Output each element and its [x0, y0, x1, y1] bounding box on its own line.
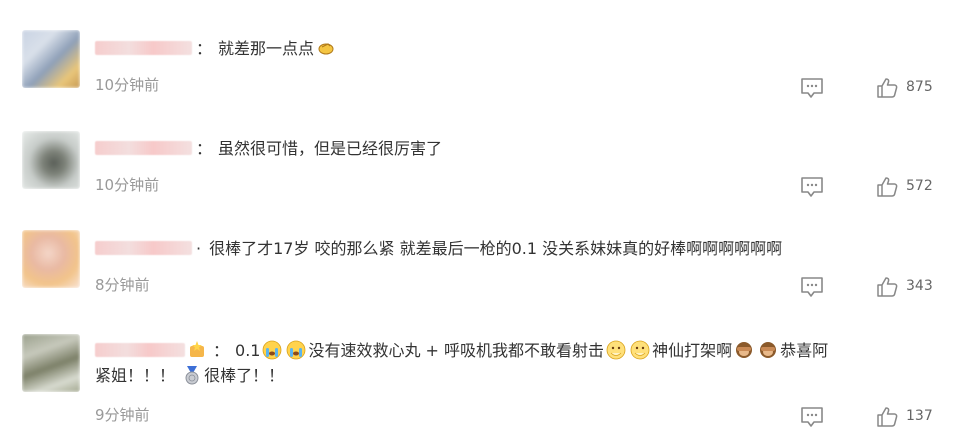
comment-text-line: ： 0.1 没有速效救心丸 + 呼吸机我都不敢看射击 神仙打架啊 恭喜阿紧姐！！！ 很棒…	[95, 338, 940, 388]
pinching-hand-emoji	[318, 43, 334, 55]
like-button[interactable]: 137	[876, 406, 940, 428]
like-button[interactable]: 343	[876, 276, 940, 298]
timestamp: 8分钟前	[95, 276, 150, 294]
comment-text: 没有速效救心丸 + 呼吸机我都不敢看射击	[308, 341, 605, 360]
comment-text-line: ： 就差那一点点	[95, 38, 940, 59]
thumbs-up-icon	[877, 78, 898, 98]
avatar[interactable]	[22, 334, 80, 392]
sparkle-badge-emoji	[190, 341, 204, 357]
separator: ·	[196, 239, 202, 258]
comment-text: 恭喜阿	[780, 341, 829, 360]
comment-text: 神仙打架啊	[652, 341, 733, 360]
thumbs-up-icon	[877, 277, 898, 297]
username[interactable]	[95, 343, 185, 357]
thumbs-up-icon	[877, 177, 898, 197]
comment-text-line: ： 虽然很可惜，但是已经很厉害了	[95, 139, 940, 159]
like-button[interactable]: 875	[876, 77, 940, 99]
comment-text: 虽然很可惜，但是已经很厉害了	[218, 139, 443, 158]
username[interactable]	[95, 141, 192, 155]
crying-emoji	[263, 340, 282, 360]
comment-text: 紧姐！！！	[95, 366, 176, 385]
separator: ：	[196, 39, 213, 58]
separator: ：	[196, 139, 213, 158]
comment-bubble-icon	[801, 78, 823, 98]
reply-button[interactable]	[800, 176, 826, 198]
face-with-hand-emoji	[606, 340, 626, 360]
like-count: 572	[906, 178, 933, 194]
comment-bubble-icon	[801, 407, 823, 427]
like-count: 343	[906, 278, 933, 294]
avatar[interactable]	[22, 230, 80, 288]
comment-text: 很棒了才17岁 咬的那么紧 就差最后一枪的0.1 没关系妹妹真的好棒啊啊啊啊啊啊	[209, 239, 783, 258]
reply-button[interactable]	[800, 77, 826, 99]
crying-emoji	[287, 340, 306, 360]
reply-button[interactable]	[800, 406, 826, 428]
avatar[interactable]	[22, 131, 80, 189]
like-count: 137	[906, 408, 933, 424]
comment-text: 就差那一点点	[218, 39, 315, 58]
username[interactable]	[95, 41, 192, 55]
avatar[interactable]	[22, 30, 80, 88]
timestamp: 9分钟前	[95, 406, 150, 424]
reply-button[interactable]	[800, 276, 826, 298]
separator: ：	[213, 341, 230, 360]
see-no-evil-monkey-emoji	[760, 342, 777, 358]
comment-text: 0.1	[235, 341, 261, 360]
timestamp: 10分钟前	[95, 76, 160, 94]
like-button[interactable]: 572	[876, 176, 940, 198]
face-with-hand-emoji	[630, 340, 650, 360]
comment-bubble-icon	[801, 277, 823, 297]
timestamp: 10分钟前	[95, 176, 160, 194]
see-no-evil-monkey-emoji	[736, 342, 753, 358]
comment-text-line: · 很棒了才17岁 咬的那么紧 就差最后一枪的0.1 没关系妹妹真的好棒啊啊啊啊啊…	[95, 239, 940, 259]
thumbs-up-icon	[877, 407, 898, 427]
comment-text: 很棒了！！	[204, 366, 285, 385]
comment-bubble-icon	[801, 177, 823, 197]
username[interactable]	[95, 241, 192, 255]
like-count: 875	[906, 79, 933, 95]
medal-emoji	[185, 366, 199, 385]
